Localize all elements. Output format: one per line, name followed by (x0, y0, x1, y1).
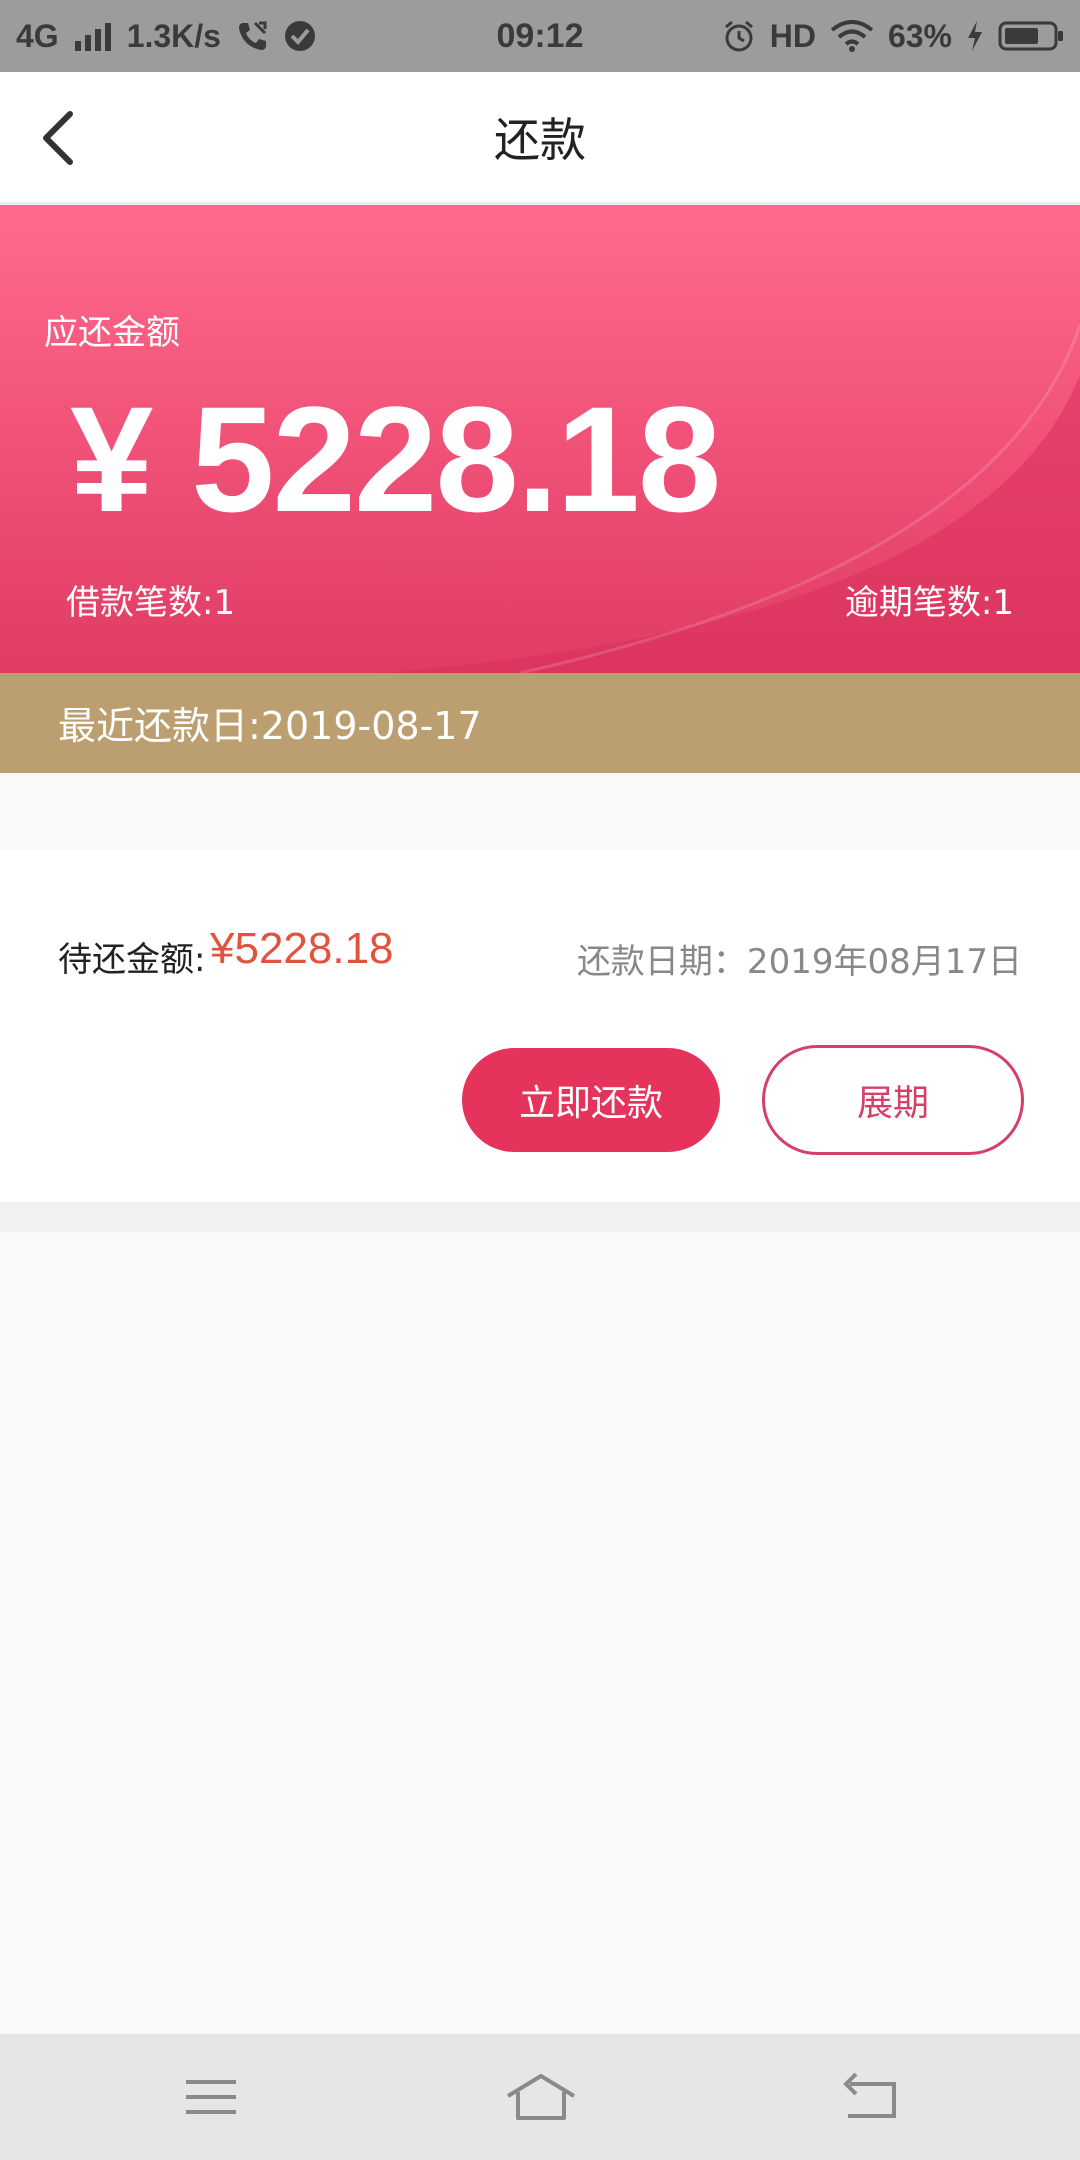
recent-repay-date-bar: 最近还款日:2019-08-17 (0, 673, 1080, 773)
due-summary-card: 应还金额 ¥ 5228.18 借款笔数:1 逾期笔数:1 (0, 205, 1080, 673)
home-icon[interactable] (496, 2062, 586, 2132)
page-title: 还款 (494, 113, 586, 167)
loan-count: 借款笔数:1 (66, 583, 236, 623)
hd-indicator: HD (769, 17, 816, 54)
system-nav-bar (0, 2034, 1080, 2160)
status-bar: 4G 1.3K/s 09:12 HD 63% (0, 0, 1080, 72)
menu-icon[interactable] (166, 2062, 256, 2132)
section-divider (0, 1202, 1080, 1232)
app-header: 还款 (0, 72, 1080, 205)
pending-amount-label: 待还金额: (58, 940, 206, 980)
due-amount-label: 应还金额 (44, 313, 180, 353)
battery-icon (998, 20, 1064, 52)
alarm-icon (722, 19, 756, 53)
due-amount-value: ¥ 5228.18 (70, 375, 721, 543)
repayment-item: 待还金额: ¥5228.18 还款日期：2019年08月17日 立即还款 展期 (0, 850, 1080, 1202)
status-right: HD 63% (722, 0, 1064, 72)
pay-now-button[interactable]: 立即还款 (462, 1048, 720, 1152)
wifi-icon (830, 20, 874, 52)
back-nav-icon[interactable] (826, 2062, 916, 2132)
extend-button[interactable]: 展期 (762, 1045, 1024, 1155)
overdue-count: 逾期笔数:1 (844, 583, 1014, 623)
repay-due-date: 还款日期：2019年08月17日 (576, 942, 1022, 982)
recent-repay-date: 最近还款日:2019-08-17 (58, 704, 482, 748)
battery-percent: 63% (887, 17, 952, 54)
charging-icon (966, 21, 984, 51)
pending-amount-value: ¥5228.18 (210, 924, 394, 973)
